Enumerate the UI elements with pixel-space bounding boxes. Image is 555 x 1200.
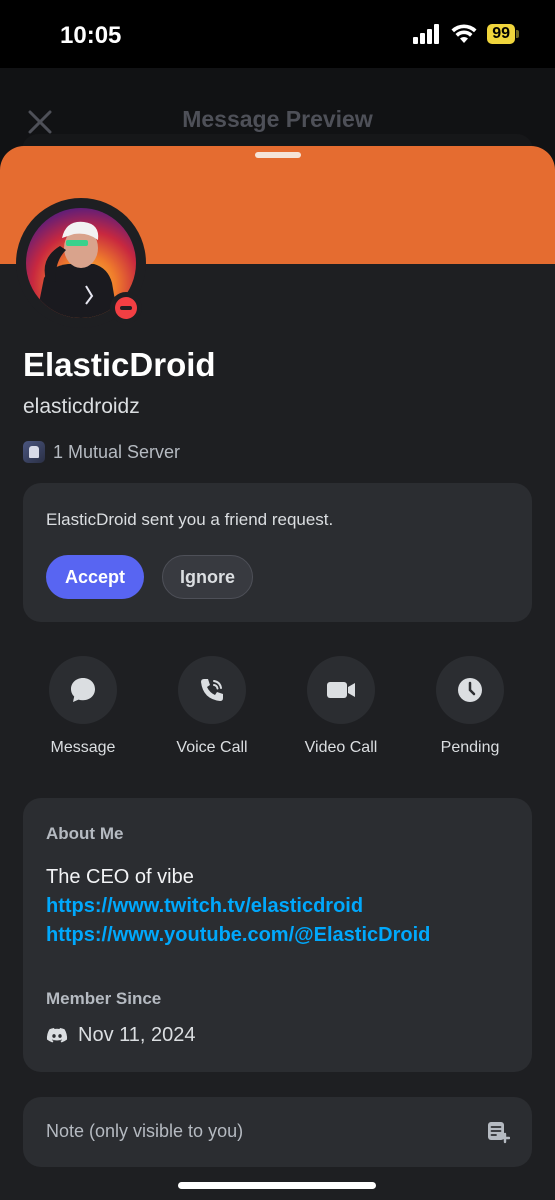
message-action[interactable]: Message: [23, 656, 143, 757]
message-button[interactable]: [49, 656, 117, 724]
profile-sheet: ElasticDroid elasticdroidz 1 Mutual Serv…: [0, 146, 555, 1200]
cellular-signal-icon: [413, 24, 440, 44]
member-since: Nov 11, 2024: [46, 1024, 196, 1047]
ignore-button[interactable]: Ignore: [162, 555, 253, 599]
action-label: Video Call: [304, 739, 378, 756]
action-label: Pending: [440, 739, 500, 756]
bio-text: The CEO of vibe: [46, 866, 194, 888]
discord-logo-icon: [46, 1027, 68, 1042]
note-add-icon[interactable]: [486, 1120, 510, 1144]
home-indicator[interactable]: [178, 1182, 376, 1189]
display-name: ElasticDroid: [23, 346, 216, 383]
note-field[interactable]: Note (only visible to you): [23, 1097, 532, 1167]
about-me-card: About Me The CEO of vibe https://www.twi…: [23, 798, 532, 1072]
action-label: Voice Call: [176, 739, 248, 756]
server-icon: [23, 441, 45, 463]
pending-button[interactable]: [436, 656, 504, 724]
dnd-status-icon: [110, 292, 142, 324]
drag-handle[interactable]: [255, 152, 301, 158]
status-icons: 99: [413, 24, 519, 44]
note-placeholder: Note (only visible to you): [46, 1121, 244, 1141]
member-since-heading: Member Since: [46, 989, 162, 1008]
mutual-servers-label: 1 Mutual Server: [53, 441, 181, 462]
mutual-servers[interactable]: 1 Mutual Server: [23, 441, 180, 463]
voice-call-action[interactable]: Voice Call: [152, 656, 272, 757]
friend-request-card: ElasticDroid sent you a friend request. …: [23, 483, 532, 622]
clock-icon: [458, 678, 482, 702]
modal-header: Message Preview: [0, 88, 555, 148]
action-row: Message Voice Call Video Call Pending: [0, 656, 555, 766]
video-call-button[interactable]: [307, 656, 375, 724]
video-call-action[interactable]: Video Call: [281, 656, 401, 757]
member-since-date: Nov 11, 2024: [78, 1024, 196, 1046]
username: elasticdroidz: [23, 395, 140, 418]
twitch-link[interactable]: https://www.twitch.tv/elasticdroid: [46, 895, 363, 918]
modal-title: Message Preview: [182, 106, 373, 132]
status-time: 10:05: [60, 22, 122, 49]
about-me-heading: About Me: [46, 824, 124, 843]
action-label: Message: [50, 739, 116, 756]
phone-icon: [201, 679, 223, 701]
friend-request-text: ElasticDroid sent you a friend request.: [46, 510, 334, 529]
chat-bubble-icon: [71, 678, 95, 702]
battery-indicator: 99: [487, 24, 519, 44]
voice-call-button[interactable]: [178, 656, 246, 724]
pending-action[interactable]: Pending: [410, 656, 530, 757]
accept-button[interactable]: Accept: [46, 555, 144, 599]
youtube-link[interactable]: https://www.youtube.com/@ElasticDroid: [46, 924, 430, 947]
status-bar: 10:05 99: [0, 0, 555, 70]
video-camera-icon: [327, 682, 355, 698]
wifi-icon: [451, 24, 477, 43]
avatar-ring: [16, 198, 146, 328]
